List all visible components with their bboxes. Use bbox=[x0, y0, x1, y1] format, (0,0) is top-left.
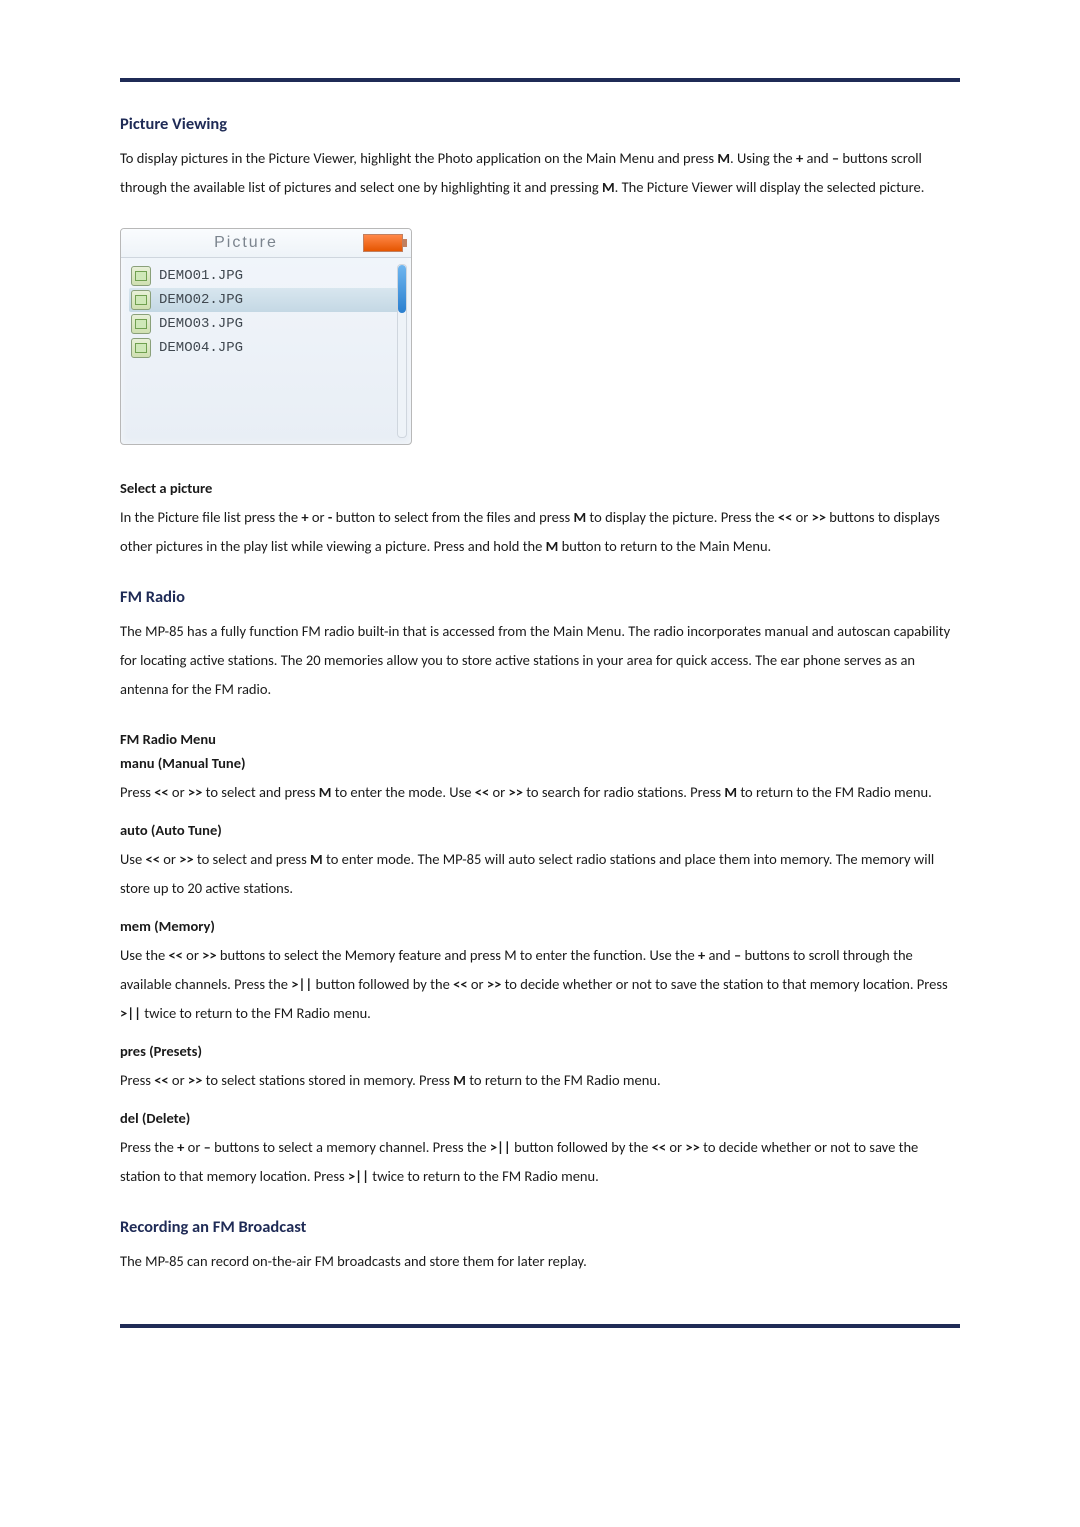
file-name: DEMO01.JPG bbox=[159, 268, 243, 284]
figure-body: DEMO01.JPG DEMO02.JPG DEMO03.JPG DEMO04.… bbox=[121, 258, 411, 444]
paragraph-picture-viewing: To display pictures in the Picture Viewe… bbox=[120, 144, 960, 202]
list-item[interactable]: DEMO01.JPG bbox=[131, 264, 401, 288]
bottom-rule bbox=[120, 1324, 960, 1328]
heading-recording: Recording an FM Broadcast bbox=[120, 1217, 960, 1237]
list-item[interactable]: DEMO04.JPG bbox=[131, 336, 401, 360]
heading-fm-radio-menu: FM Radio Menu bbox=[120, 730, 960, 748]
figure-picture-list: Picture DEMO01.JPG DEMO02.JPG DEMO03.JPG… bbox=[120, 228, 412, 445]
picture-file-icon bbox=[131, 338, 151, 358]
paragraph-auto: Use << or >> to select and press M to en… bbox=[120, 845, 960, 903]
paragraph-mem: Use the << or >> buttons to select the M… bbox=[120, 941, 960, 1028]
picture-file-icon bbox=[131, 314, 151, 334]
list-item[interactable]: DEMO02.JPG bbox=[129, 288, 401, 312]
heading-manu: manu (Manual Tune) bbox=[120, 754, 960, 772]
picture-file-icon bbox=[131, 266, 151, 286]
heading-fm-radio: FM Radio bbox=[120, 587, 960, 607]
heading-del: del (Delete) bbox=[120, 1109, 960, 1127]
scrollbar[interactable] bbox=[397, 264, 407, 438]
paragraph-pres: Press << or >> to select stations stored… bbox=[120, 1066, 960, 1095]
paragraph-del: Press the + or – buttons to select a mem… bbox=[120, 1133, 960, 1191]
list-item[interactable]: DEMO03.JPG bbox=[131, 312, 401, 336]
file-name: DEMO03.JPG bbox=[159, 316, 243, 332]
paragraph-manu: Press << or >> to select and press M to … bbox=[120, 778, 960, 807]
paragraph-fm-radio: The MP-85 has a fully function FM radio … bbox=[120, 617, 960, 704]
scrollbar-thumb[interactable] bbox=[398, 265, 406, 313]
paragraph-recording: The MP-85 can record on-the-air FM broad… bbox=[120, 1247, 960, 1276]
figure-titlebar: Picture bbox=[121, 229, 411, 258]
top-rule bbox=[120, 78, 960, 82]
heading-select-picture: Select a picture bbox=[120, 479, 960, 497]
heading-picture-viewing: Picture Viewing bbox=[120, 114, 960, 134]
heading-pres: pres (Presets) bbox=[120, 1042, 960, 1060]
file-name: DEMO02.JPG bbox=[159, 292, 243, 308]
file-name: DEMO04.JPG bbox=[159, 340, 243, 356]
battery-icon bbox=[363, 234, 403, 252]
paragraph-select-picture: In the Picture file list press the + or … bbox=[120, 503, 960, 561]
figure-title: Picture bbox=[129, 234, 363, 252]
heading-mem: mem (Memory) bbox=[120, 917, 960, 935]
heading-auto: auto (Auto Tune) bbox=[120, 821, 960, 839]
picture-file-icon bbox=[131, 290, 151, 310]
